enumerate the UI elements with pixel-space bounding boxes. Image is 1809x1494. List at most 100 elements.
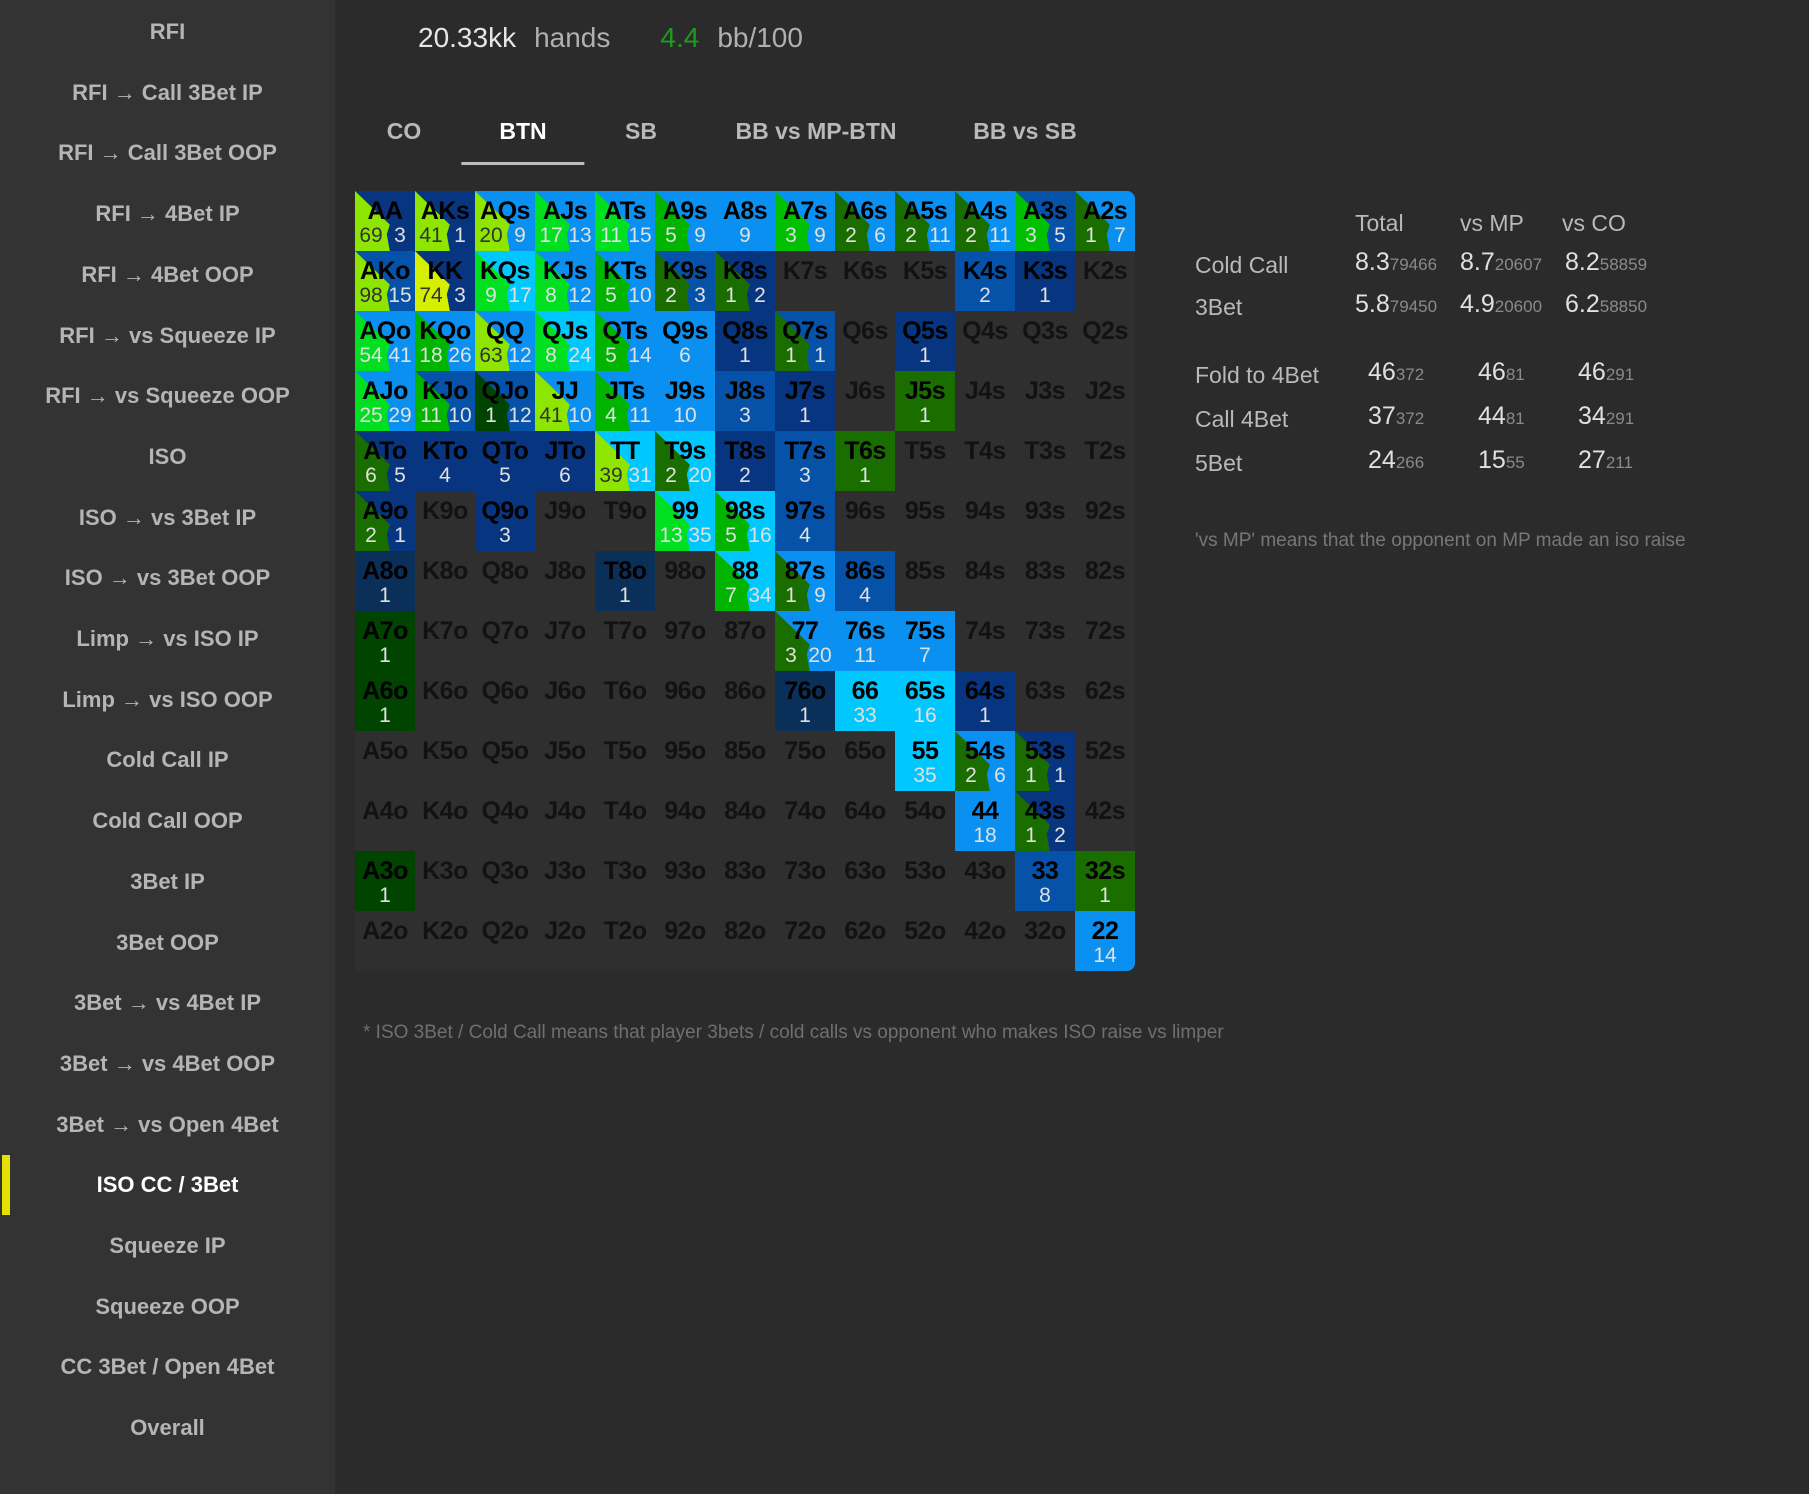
hand-cell[interactable]: J8s 3 xyxy=(715,371,775,431)
hand-cell[interactable]: A8o 1 xyxy=(355,551,415,611)
hand-cell[interactable]: T5o xyxy=(595,731,655,791)
hand-cell[interactable]: A2o xyxy=(355,911,415,971)
hand-cell[interactable]: 92s xyxy=(1075,491,1135,551)
hand-cell[interactable]: K4o xyxy=(415,791,475,851)
hand-cell[interactable]: 94s xyxy=(955,491,1015,551)
hand-cell[interactable]: J7o xyxy=(535,611,595,671)
hand-cell[interactable]: K5o xyxy=(415,731,475,791)
hand-cell[interactable]: TT 39 31 xyxy=(595,431,655,491)
hand-cell[interactable]: T2o xyxy=(595,911,655,971)
hand-cell[interactable]: Q8s 1 xyxy=(715,311,775,371)
sidebar-item[interactable]: ISO xyxy=(0,427,335,487)
sidebar-item[interactable]: 3Bet OOP xyxy=(0,913,335,973)
hand-cell[interactable]: 42s xyxy=(1075,791,1135,851)
hand-cell[interactable]: 72s xyxy=(1075,611,1135,671)
tab-co[interactable]: CO xyxy=(349,110,460,162)
hand-cell[interactable]: 64o xyxy=(835,791,895,851)
hand-cell[interactable]: AQo 54 41 xyxy=(355,311,415,371)
hand-cell[interactable]: 66 33 xyxy=(835,671,895,731)
hand-cell[interactable]: 42o xyxy=(955,911,1015,971)
hand-cell[interactable]: Q2o xyxy=(475,911,535,971)
hand-cell[interactable]: T7o xyxy=(595,611,655,671)
sidebar-item[interactable]: Limp → vs ISO IP xyxy=(0,609,335,669)
hand-cell[interactable]: A4s 2 11 xyxy=(955,191,1015,251)
hand-cell[interactable]: 86o xyxy=(715,671,775,731)
sidebar-item[interactable]: ISO → vs 3Bet IP xyxy=(0,488,335,548)
hand-cell[interactable]: T8s 2 xyxy=(715,431,775,491)
hand-cell[interactable]: 63s xyxy=(1015,671,1075,731)
hand-cell[interactable]: 32o xyxy=(1015,911,1075,971)
sidebar-item[interactable]: Squeeze OOP xyxy=(0,1277,335,1337)
hand-cell[interactable]: 76o 1 xyxy=(775,671,835,731)
hand-cell[interactable]: T5s xyxy=(895,431,955,491)
hand-cell[interactable]: A5o xyxy=(355,731,415,791)
hand-cell[interactable]: 65s 16 xyxy=(895,671,955,731)
sidebar-item[interactable]: ISO → vs 3Bet OOP xyxy=(0,548,335,608)
hand-cell[interactable]: JTs 4 11 xyxy=(595,371,655,431)
hand-cell[interactable]: QTs 5 14 xyxy=(595,311,655,371)
hand-cell[interactable]: AJs 17 13 xyxy=(535,191,595,251)
hand-cell[interactable]: AA 69 3 xyxy=(355,191,415,251)
tab-btn[interactable]: BTN xyxy=(461,110,585,165)
hand-cell[interactable]: T4s xyxy=(955,431,1015,491)
hand-cell[interactable]: J2s xyxy=(1075,371,1135,431)
hand-cell[interactable]: K5s xyxy=(895,251,955,311)
hand-cell[interactable]: 73o xyxy=(775,851,835,911)
hand-cell[interactable]: KQo 18 26 xyxy=(415,311,475,371)
tab-bb-vs-sb[interactable]: BB vs SB xyxy=(935,110,1115,162)
hand-cell[interactable]: Q6o xyxy=(475,671,535,731)
hand-cell[interactable]: 83s xyxy=(1015,551,1075,611)
hand-cell[interactable]: Q7s 1 1 xyxy=(775,311,835,371)
hand-cell[interactable]: 54o xyxy=(895,791,955,851)
hand-cell[interactable]: 82s xyxy=(1075,551,1135,611)
hand-cell[interactable]: A8s 9 xyxy=(715,191,775,251)
hand-cell[interactable]: 82o xyxy=(715,911,775,971)
hand-cell[interactable]: 54s 2 6 xyxy=(955,731,1015,791)
sidebar-item[interactable]: RFI → Call 3Bet IP xyxy=(0,63,335,123)
hand-cell[interactable]: J3s xyxy=(1015,371,1075,431)
sidebar-item[interactable]: 3Bet IP xyxy=(0,852,335,912)
hand-cell[interactable]: 97s 4 xyxy=(775,491,835,551)
sidebar-item[interactable]: RFI → 4Bet OOP xyxy=(0,245,335,305)
sidebar-item[interactable]: RFI → 4Bet IP xyxy=(0,184,335,244)
hand-cell[interactable]: 76s 11 xyxy=(835,611,895,671)
hand-cell[interactable]: 94o xyxy=(655,791,715,851)
hand-cell[interactable]: AQs 20 9 xyxy=(475,191,535,251)
hand-cell[interactable]: K7o xyxy=(415,611,475,671)
hand-cell[interactable]: 86s 4 xyxy=(835,551,895,611)
hand-cell[interactable]: 84o xyxy=(715,791,775,851)
hand-cell[interactable]: T9o xyxy=(595,491,655,551)
sidebar-item[interactable]: RFI xyxy=(0,2,335,62)
hand-cell[interactable]: 62s xyxy=(1075,671,1135,731)
hand-cell[interactable]: Q4s xyxy=(955,311,1015,371)
hand-cell[interactable]: J6o xyxy=(535,671,595,731)
hand-cell[interactable]: T7s 3 xyxy=(775,431,835,491)
sidebar-item[interactable]: 3Bet → vs Open 4Bet xyxy=(0,1095,335,1155)
hand-cell[interactable]: Q9s 6 xyxy=(655,311,715,371)
hand-cell[interactable]: 75o xyxy=(775,731,835,791)
tab-sb[interactable]: SB xyxy=(587,110,695,162)
hand-cell[interactable]: 87s 1 9 xyxy=(775,551,835,611)
hand-cell[interactable]: 74o xyxy=(775,791,835,851)
hand-cell[interactable]: Q6s xyxy=(835,311,895,371)
sidebar-item[interactable]: Squeeze IP xyxy=(0,1216,335,1276)
hand-cell[interactable]: 74s xyxy=(955,611,1015,671)
hand-cell[interactable]: 98o xyxy=(655,551,715,611)
hand-cell[interactable]: 85o xyxy=(715,731,775,791)
hand-cell[interactable]: J2o xyxy=(535,911,595,971)
hand-cell[interactable]: K3s 1 xyxy=(1015,251,1075,311)
hand-cell[interactable]: A3s 3 5 xyxy=(1015,191,1075,251)
hand-cell[interactable]: ATs 11 15 xyxy=(595,191,655,251)
tab-bb-vs-mp-btn[interactable]: BB vs MP-BTN xyxy=(697,110,934,162)
hand-cell[interactable]: 88 7 34 xyxy=(715,551,775,611)
hand-cell[interactable]: 75s 7 xyxy=(895,611,955,671)
hand-cell[interactable]: 53s 1 1 xyxy=(1015,731,1075,791)
hand-cell[interactable]: K3o xyxy=(415,851,475,911)
hand-cell[interactable]: 93s xyxy=(1015,491,1075,551)
hand-cell[interactable]: K8s 1 2 xyxy=(715,251,775,311)
hand-cell[interactable]: A5s 2 11 xyxy=(895,191,955,251)
sidebar-item[interactable]: CC 3Bet / Open 4Bet xyxy=(0,1337,335,1397)
hand-cell[interactable]: 93o xyxy=(655,851,715,911)
hand-cell[interactable]: A3o 1 xyxy=(355,851,415,911)
hand-cell[interactable]: J7s 1 xyxy=(775,371,835,431)
